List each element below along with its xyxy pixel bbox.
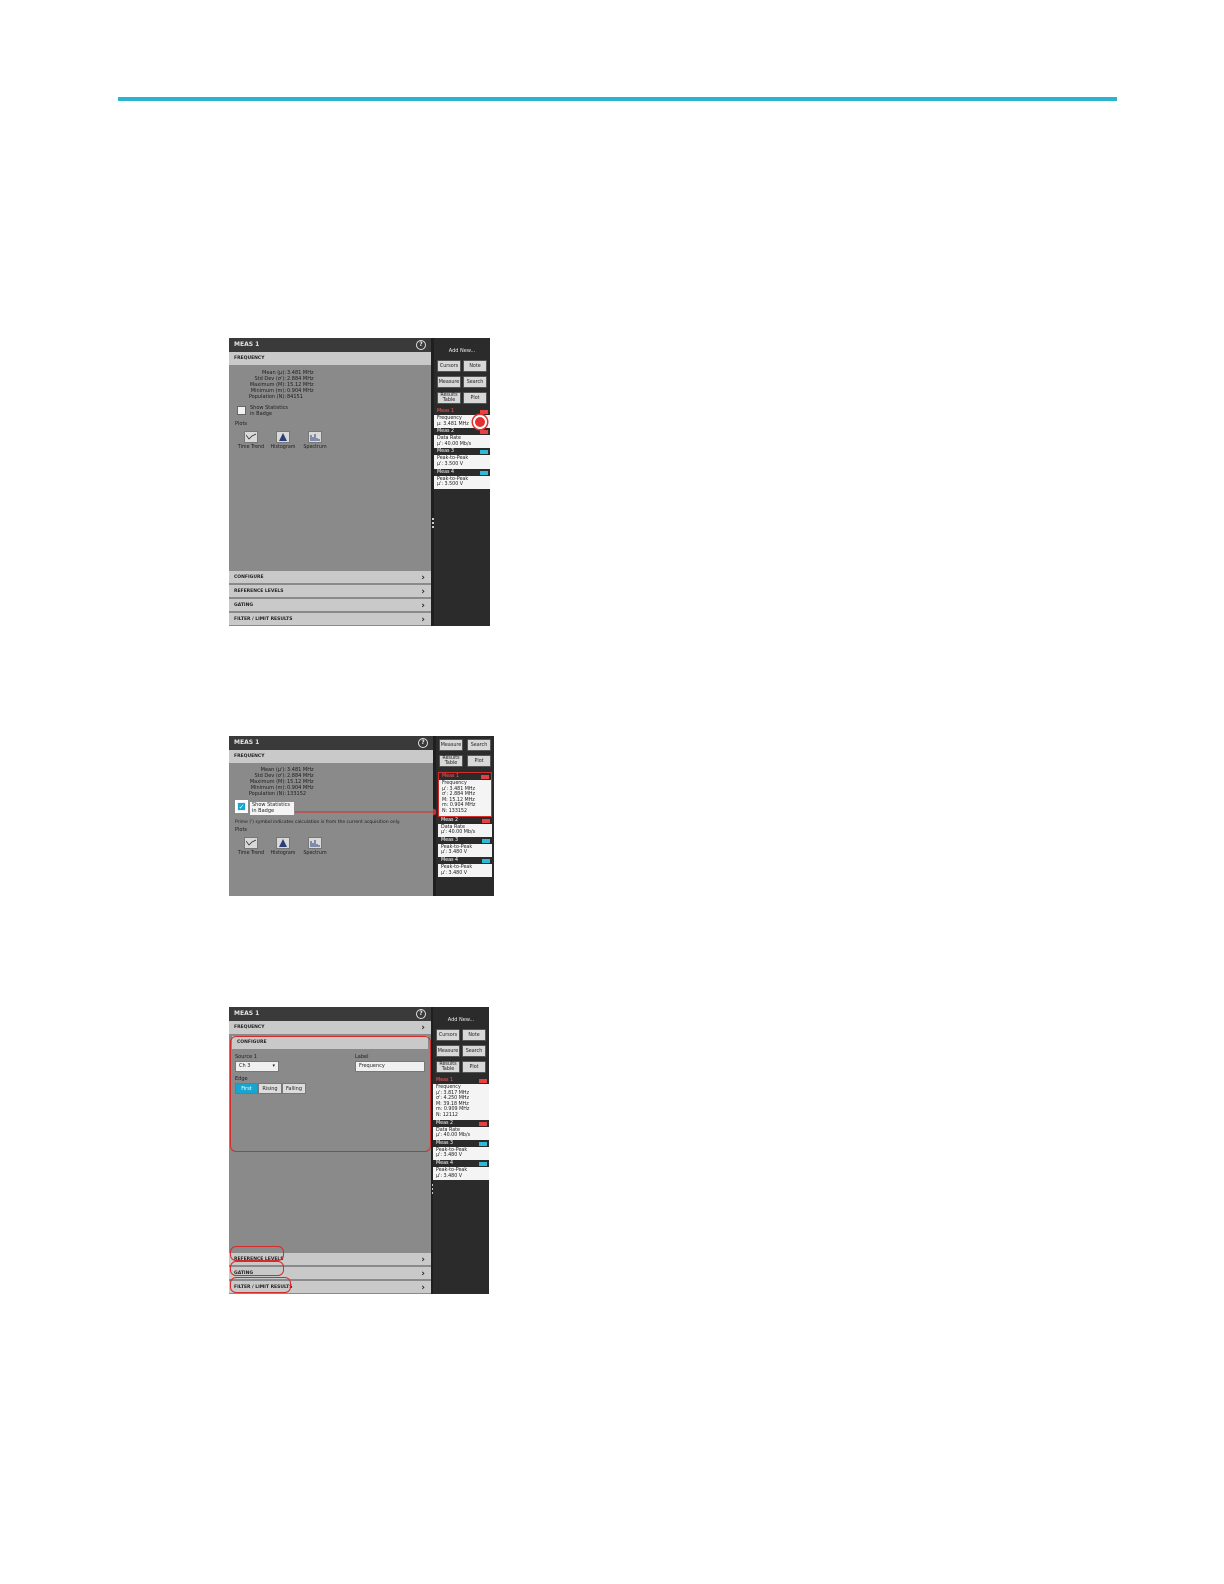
show-stats-checkbox-row[interactable]: Show Statistics in Badge bbox=[237, 405, 431, 417]
histogram-icon bbox=[279, 433, 287, 441]
screenshot-show-statistics: MEAS 1 ? FREQUENCY Mean (μ'): 3.481 MHz S… bbox=[229, 736, 494, 896]
screenshot-meas1-frequency: MEAS 1 ? FREQUENCY Mean (μ): 3.481 MHz St… bbox=[229, 338, 490, 626]
panel-title: MEAS 1 ? bbox=[229, 1007, 431, 1021]
chevron-right-icon: › bbox=[421, 601, 425, 611]
stats-list: Mean (μ): 3.481 MHz Std Dev (σ'): 2.884 MH… bbox=[248, 370, 314, 400]
plot-button[interactable]: Plot bbox=[463, 392, 487, 404]
results-table-button[interactable]: Results Table bbox=[437, 392, 461, 404]
meas-config-panel: MEAS 1 ? FREQUENCY Mean (μ): 3.481 MHz St… bbox=[229, 338, 431, 626]
add-new-label: Add New... bbox=[447, 1017, 475, 1023]
meas1-badge[interactable]: Meas 1 Frequency μ: 3.481 MHz bbox=[434, 409, 490, 429]
chevron-right-icon: › bbox=[421, 615, 425, 625]
meas2-badge[interactable]: Meas 2 Data Rate μ': 40.00 Mb/s bbox=[438, 818, 492, 837]
time-trend-button[interactable]: Time Trend bbox=[235, 431, 267, 450]
add-new-label: Add New... bbox=[448, 348, 476, 354]
results-bar: Add New... Cursors Note Measure Search R… bbox=[433, 1007, 489, 1294]
cursors-button[interactable]: Cursors bbox=[436, 1029, 460, 1041]
section-filter-limit-results[interactable]: FILTER / LIMIT RESULTS › bbox=[229, 612, 431, 626]
meas1-badge[interactable]: Meas 1 Frequency μ': 3.817 MHz σ': 4.250… bbox=[433, 1078, 489, 1120]
note-button[interactable]: Note bbox=[463, 360, 487, 372]
chevron-right-icon: › bbox=[421, 1023, 425, 1033]
results-bar: Measure Search Results Table Plot Meas 1… bbox=[436, 736, 494, 896]
header-rule bbox=[118, 97, 1117, 101]
filter-limit-highlight bbox=[230, 1277, 291, 1293]
histogram-button[interactable]: Histogram bbox=[267, 431, 299, 450]
section-reference-levels[interactable]: REFERENCE LEVELS › bbox=[229, 584, 431, 598]
meas4-badge[interactable]: Meas 4 Peak-to-Peak μ': 3.500 V bbox=[434, 470, 490, 489]
note-button[interactable]: Note bbox=[462, 1029, 486, 1041]
meas4-badge[interactable]: Meas 4 Peak-to-Peak μ': 3.480 V bbox=[433, 1161, 489, 1181]
section-gating[interactable]: GATING › bbox=[229, 598, 431, 612]
meas3-badge[interactable]: Meas 3 Peak-to-Peak μ': 3.500 V bbox=[434, 449, 490, 469]
meas3-badge[interactable]: Meas 3 Peak-to-Peak μ': 3.480 V bbox=[433, 1141, 489, 1160]
plot-button[interactable]: Plot bbox=[467, 755, 491, 767]
show-stats-label: Show Statistics in Badge bbox=[250, 405, 288, 417]
meas4-badge[interactable]: Meas 4 Peak-to-Peak μ': 3.480 V bbox=[438, 858, 492, 878]
chevron-right-icon: › bbox=[421, 1283, 425, 1293]
gating-highlight bbox=[230, 1261, 284, 1276]
help-icon[interactable]: ? bbox=[416, 1009, 426, 1019]
search-button[interactable]: Search bbox=[462, 1045, 486, 1057]
cursors-button[interactable]: Cursors bbox=[437, 360, 461, 372]
tap-indicator-icon bbox=[473, 415, 487, 429]
spectrum-button[interactable]: Spectrum bbox=[299, 431, 331, 450]
section-frequency[interactable]: FREQUENCY › bbox=[229, 1021, 431, 1035]
reference-levels-highlight bbox=[230, 1246, 284, 1261]
show-stats-checkbox[interactable] bbox=[237, 406, 246, 415]
plot-button[interactable]: Plot bbox=[462, 1061, 486, 1073]
search-button[interactable]: Search bbox=[463, 376, 487, 388]
results-bar: Add New... Cursors Note Measure Search R… bbox=[434, 338, 490, 626]
measure-button[interactable]: Measure bbox=[437, 376, 461, 388]
chevron-right-icon: › bbox=[421, 573, 425, 583]
plots-label: Plots bbox=[235, 421, 248, 427]
section-frequency[interactable]: FREQUENCY bbox=[229, 352, 431, 366]
section-configure[interactable]: CONFIGURE › bbox=[229, 570, 431, 584]
spectrum-icon bbox=[310, 434, 320, 441]
search-button[interactable]: Search bbox=[467, 739, 491, 751]
plot-buttons: Time Trend Histogram Spectrum bbox=[235, 431, 431, 450]
help-icon[interactable]: ? bbox=[416, 340, 426, 350]
time-trend-icon bbox=[246, 433, 256, 440]
screenshot-configure: MEAS 1 ? FREQUENCY › CONFIGURE Source 1 C… bbox=[229, 1007, 489, 1294]
configure-highlight bbox=[230, 1036, 431, 1152]
chevron-right-icon: › bbox=[421, 1269, 425, 1279]
panel-title: MEAS 1 ? bbox=[229, 338, 431, 352]
panel-footer-sections: CONFIGURE › REFERENCE LEVELS › GATING › FIL… bbox=[229, 570, 431, 626]
measure-button[interactable]: Measure bbox=[436, 1045, 460, 1057]
results-table-button[interactable]: Results Table bbox=[436, 1061, 460, 1073]
meas1-badge-selected[interactable]: Meas 1 Frequency μ': 3.481 MHz σ': 2.884… bbox=[438, 772, 492, 817]
results-table-button[interactable]: Results Table bbox=[439, 755, 463, 767]
meas2-badge[interactable]: Meas 2 Data Rate μ': 40.00 Mb/s bbox=[434, 429, 490, 449]
meas2-badge[interactable]: Meas 2 Data Rate μ': 40.00 Mb/s bbox=[433, 1121, 489, 1140]
chevron-right-icon: › bbox=[421, 587, 425, 597]
meas3-badge[interactable]: Meas 3 Peak-to-Peak μ': 3.480 V bbox=[438, 838, 492, 857]
chevron-right-icon: › bbox=[421, 1255, 425, 1265]
measure-button[interactable]: Measure bbox=[439, 739, 463, 751]
